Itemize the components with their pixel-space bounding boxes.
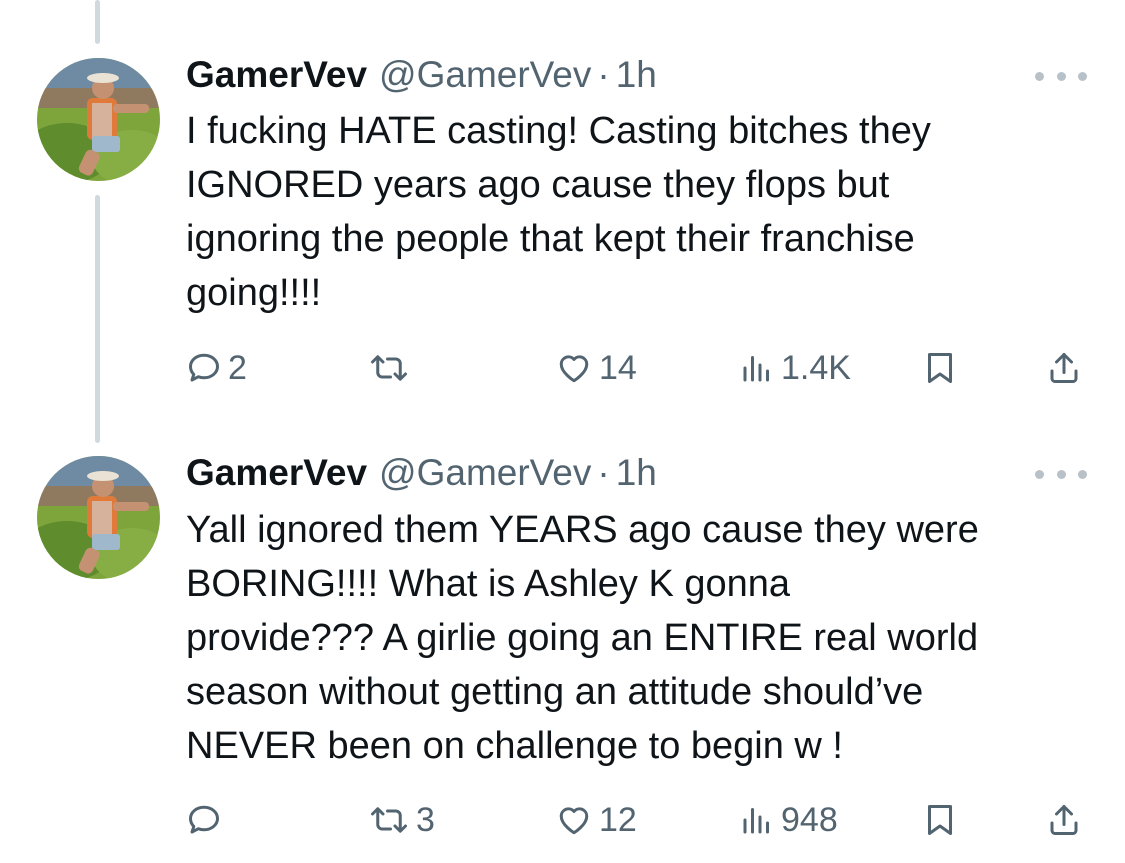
action-bar: 2 14 1.4K	[0, 343, 1125, 393]
display-name[interactable]: GamerVev	[186, 53, 367, 97]
tweet-header: GamerVev @GamerVev · 1h	[186, 53, 657, 97]
tweet-text-line: BORING!!!! What is Ashley K gonna	[186, 563, 791, 605]
tweet[interactable]: GamerVev @GamerVev · 1h I fucking HATE c…	[0, 0, 1125, 440]
reply-icon	[189, 353, 219, 382]
views-button[interactable]: 948	[739, 795, 838, 845]
more-icon[interactable]	[1035, 66, 1087, 86]
reply-button[interactable]: 2	[186, 343, 247, 393]
heart-icon	[559, 807, 589, 835]
avatar-photo	[37, 456, 160, 579]
tweet-text: Yall ignored them YEARS ago cause they w…	[186, 503, 1086, 773]
avatar[interactable]	[37, 58, 160, 181]
timestamp[interactable]: 1h	[616, 451, 657, 495]
tweet-text-line: I fucking HATE casting! Casting bitches …	[186, 110, 931, 152]
reply-button[interactable]	[186, 795, 228, 845]
handle[interactable]: @GamerVev	[379, 53, 591, 97]
tweet-text-line: going!!!!	[186, 272, 322, 314]
views-button[interactable]: 1.4K	[739, 343, 851, 393]
tweet-text-line: ignoring the people that kept their fran…	[186, 218, 915, 260]
tweet[interactable]: GamerVev @GamerVev · 1h Yall ignored the…	[0, 440, 1125, 863]
tweet-text-line: NEVER been on challenge to begin w !	[186, 725, 843, 767]
repost-button[interactable]	[368, 343, 416, 393]
bookmark-icon	[928, 353, 952, 383]
share-icon	[1050, 353, 1078, 383]
display-name[interactable]: GamerVev	[186, 451, 367, 495]
tweet-text-line: Yall ignored them YEARS ago cause they w…	[186, 509, 979, 551]
heart-icon	[559, 355, 589, 383]
repost-icon	[371, 807, 407, 833]
bookmark-icon	[928, 805, 952, 835]
separator: ·	[597, 54, 610, 95]
tweet-text-line: IGNORED years ago cause they flops but	[186, 164, 890, 206]
repost-button[interactable]: 3	[368, 795, 435, 845]
repost-count: 3	[416, 800, 435, 839]
action-bar: 3 12 948	[0, 795, 1125, 845]
like-count: 12	[599, 800, 637, 839]
tweet-text-line: season without getting an attitude shoul…	[186, 671, 924, 713]
like-button[interactable]: 12	[555, 795, 637, 845]
view-count: 948	[781, 800, 838, 839]
views-icon	[743, 808, 769, 834]
share-button[interactable]	[1046, 343, 1082, 393]
reply-icon	[189, 805, 219, 834]
views-icon	[743, 356, 769, 382]
handle[interactable]: @GamerVev	[379, 451, 591, 495]
like-count: 14	[599, 348, 637, 387]
more-icon[interactable]	[1035, 464, 1087, 484]
avatar[interactable]	[37, 456, 160, 579]
share-icon	[1050, 805, 1078, 835]
avatar-photo	[37, 58, 160, 181]
bookmark-button[interactable]	[922, 343, 958, 393]
tweet-header: GamerVev @GamerVev · 1h	[186, 451, 657, 495]
repost-icon	[371, 355, 407, 381]
separator: ·	[597, 452, 610, 493]
bookmark-button[interactable]	[922, 795, 958, 845]
tweet-text: I fucking HATE casting! Casting bitches …	[186, 104, 1086, 320]
share-button[interactable]	[1046, 795, 1082, 845]
reply-count: 2	[228, 348, 247, 387]
like-button[interactable]: 14	[555, 343, 637, 393]
timestamp[interactable]: 1h	[616, 53, 657, 97]
tweet-text-line: provide??? A girlie going an ENTIRE real…	[186, 617, 979, 659]
view-count: 1.4K	[781, 348, 851, 387]
